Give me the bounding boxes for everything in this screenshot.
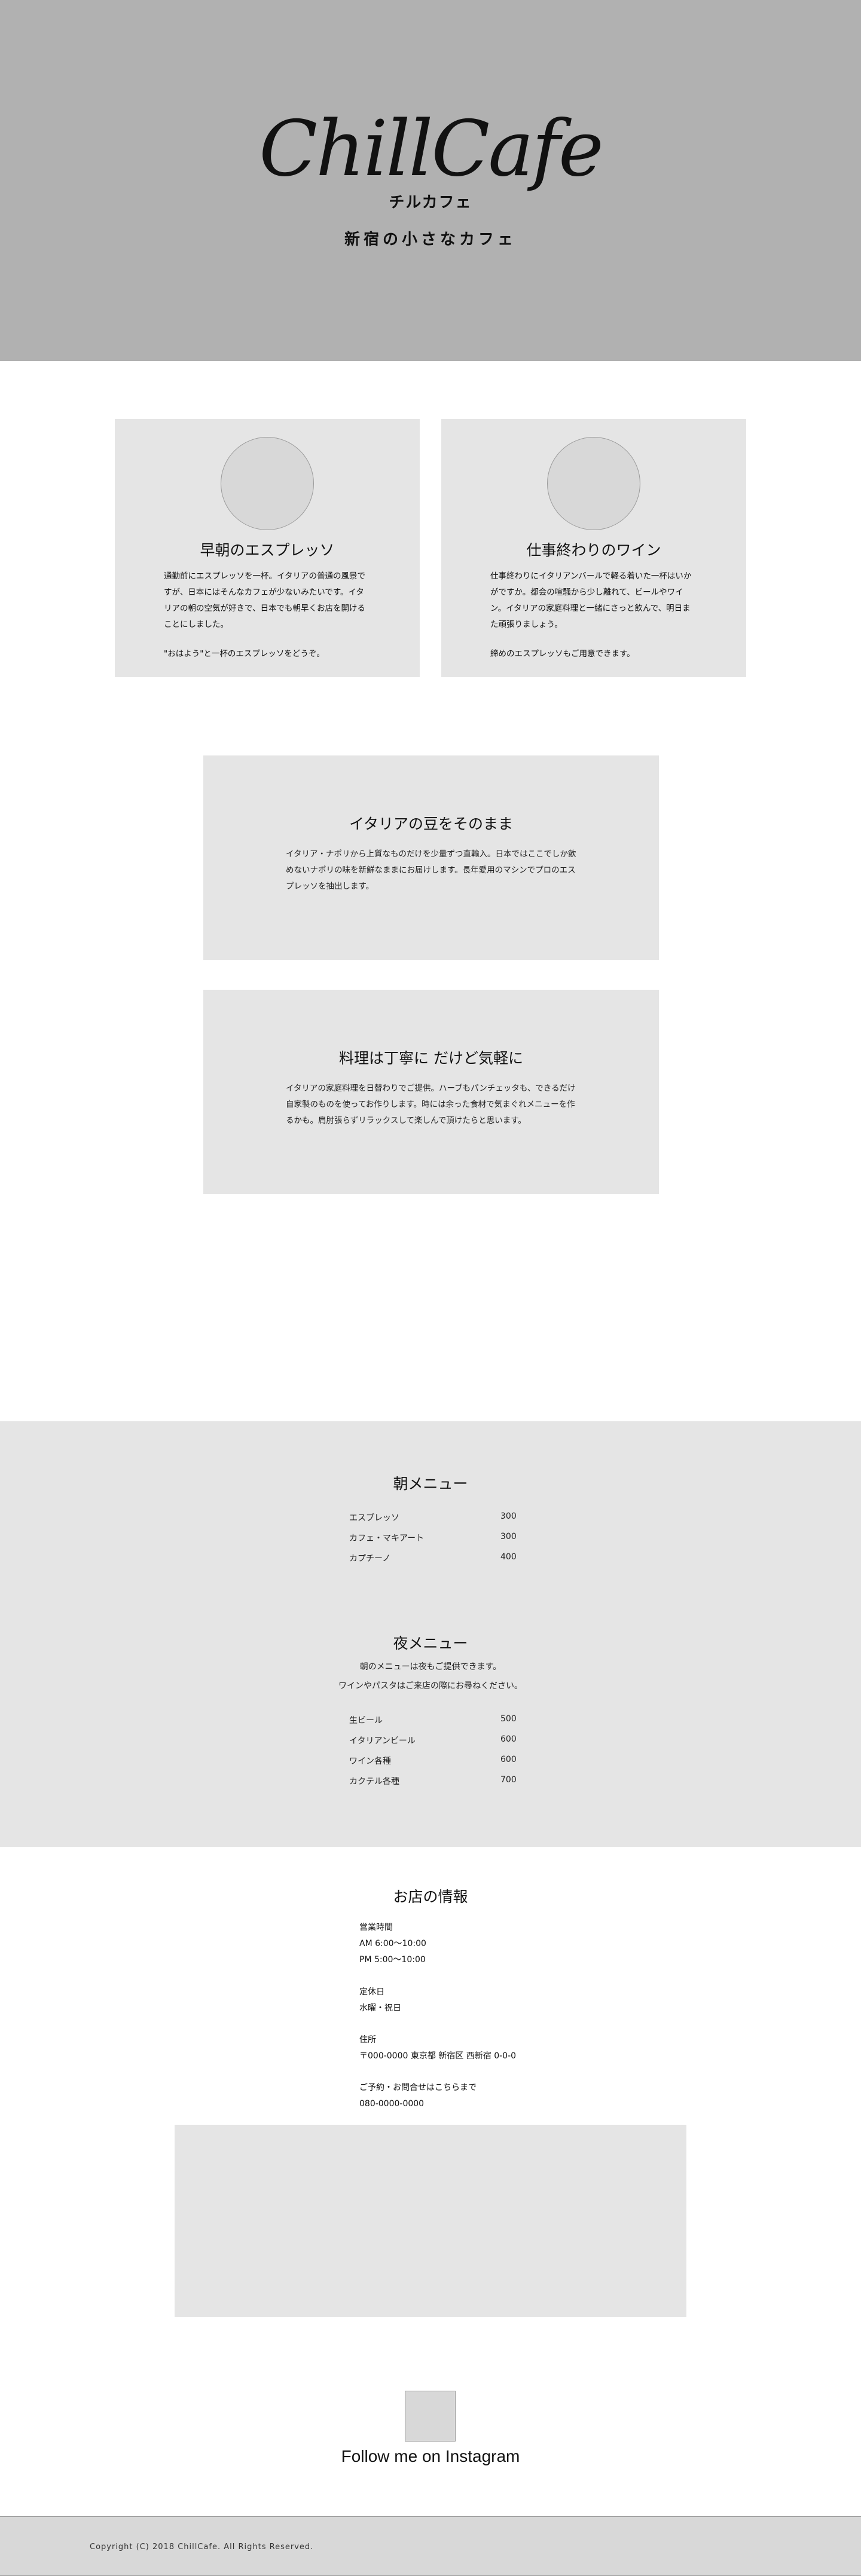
feature-title: 早朝のエスプレッソ [200,541,335,559]
hero-tagline: 新宿の小さなカフェ [344,231,517,249]
instagram-icon[interactable] [405,2391,456,2442]
feature-card-morning: 早朝のエスプレッソ 通勤前にエスプレッソを一杯。イタリアの普通の風景ですが、日本… [115,419,420,677]
menu-item-name: 生ビール [349,1716,383,1726]
feature-body: 通勤前にエスプレッソを一杯。イタリアの普通の風景ですが、日本にはそんなカフェが少… [164,571,365,629]
holiday-block: 定休日 水曜・祝日 [359,1984,401,2017]
morning-menu-title: 朝メニュー [393,1475,468,1492]
evening-menu-note: ワインやパスタはご来店の際にお尋ねください。 [338,1681,523,1691]
address-block: 住所 〒000-0000 東京都 新宿区 西新宿 0-0-0 [359,2032,516,2064]
contact-block: ご予約・お問合せはこちらまで 080-0000-0000 [359,2080,477,2112]
menu-row: 生ビール 500 [349,1714,529,1728]
map-placeholder[interactable] [175,2125,686,2317]
hours-block: 営業時間 AM 6:00〜10:00 PM 5:00〜10:00 [359,1920,426,1968]
shop-info-title: お店の情報 [393,1888,468,1905]
hero-subtitle: チルカフェ [389,194,472,212]
story-title: 料理は丁寧に だけど気軽に [339,1050,523,1067]
feature-image-placeholder [221,437,314,530]
contact-phone[interactable]: 080-0000-0000 [359,2096,477,2112]
features-section: 早朝のエスプレッソ 通勤前にエスプレッソを一杯。イタリアの普通の風景ですが、日本… [0,361,861,755]
hours-morning: AM 6:00〜10:00 [359,1939,426,1948]
menu-item-name: エスプレッソ [349,1513,399,1523]
site-logo[interactable]: ChillCafe [0,105,861,194]
menu-item-price: 300 [500,1532,517,1541]
story-section: イタリアの豆をそのまま イタリア・ナポリから上質なものだけを少量ずつ直輸入。日本… [0,755,861,1421]
menu-item-price: 400 [500,1552,517,1562]
copyright-text: Copyright (C) 2018 ChillCafe. All Rights… [90,2543,314,2551]
menu-item-name: カクテル各種 [349,1777,399,1786]
footer: Copyright (C) 2018 ChillCafe. All Rights… [0,2516,861,2576]
evening-menu-note: 朝のメニューは夜もご提供できます。 [359,1662,502,1672]
address-label: 住所 [359,2035,376,2045]
feature-card-evening: 仕事終わりのワイン 仕事終わりにイタリアンバールで軽る着いた一杯はいかがですか。… [441,419,746,677]
holiday-label: 定休日 [359,1987,384,1997]
menu-row: カクテル各種 700 [349,1775,529,1789]
menu-item-price: 500 [500,1714,517,1724]
menu-row: エスプレッソ 300 [349,1512,529,1526]
menu-item-name: カプチーノ [349,1554,391,1564]
instagram-link[interactable]: Follow me on Instagram [0,2447,861,2466]
menu-section: 朝メニュー エスプレッソ 300 カフェ・マキアート 300 カプチーノ 400… [0,1421,861,1847]
story-box-beans: イタリアの豆をそのまま イタリア・ナポリから上質なものだけを少量ずつ直輸入。日本… [203,755,659,960]
menu-item-price: 700 [500,1775,517,1785]
menu-item-price: 300 [500,1512,517,1521]
address-value: 〒000-0000 東京都 新宿区 西新宿 0-0-0 [359,2051,517,2061]
menu-item-price: 600 [500,1734,517,1744]
shop-info-section: お店の情報 営業時間 AM 6:00〜10:00 PM 5:00〜10:00 定… [0,1847,861,2374]
contact-label: ご予約・お問合せはこちらまで [359,2083,477,2092]
menu-row: ワイン各種 600 [349,1755,529,1769]
story-body: イタリア・ナポリから上質なものだけを少量ずつ直輸入。日本ではここでしか飲めないナ… [286,849,576,891]
menu-item-name: ワイン各種 [349,1757,391,1766]
feature-title: 仕事終わりのワイン [526,541,661,559]
feature-note: "おはよう"と一杯のエスプレッソをどうぞ。 [164,649,325,659]
feature-body: 仕事終わりにイタリアンバールで軽る着いた一杯はいかがですか。都会の喧騒から少し離… [490,571,692,629]
evening-menu-title: 夜メニュー [393,1635,468,1652]
menu-row: カプチーノ 400 [349,1552,529,1567]
story-box-food: 料理は丁寧に だけど気軽に イタリアの家庭料理を日替わりでご提供。ハーブもパンチ… [203,990,659,1194]
menu-item-name: カフェ・マキアート [349,1534,425,1543]
menu-row: カフェ・マキアート 300 [349,1532,529,1546]
menu-row: イタリアンビール 600 [349,1734,529,1749]
holiday-value: 水曜・祝日 [359,2003,401,2013]
instagram-section: Follow me on Instagram [0,2374,861,2516]
menu-item-price: 600 [500,1755,517,1764]
hours-evening: PM 5:00〜10:00 [359,1955,426,1965]
story-title: イタリアの豆をそのまま [349,815,513,833]
hours-label: 営業時間 [359,1923,393,1932]
story-body: イタリアの家庭料理を日替わりでご提供。ハーブもパンチェッタも、できるだけ自家製の… [286,1084,576,1125]
menu-item-name: イタリアンビール [349,1736,416,1746]
feature-note: 締めのエスプレッソもご用意できます。 [490,649,635,659]
feature-image-placeholder [547,437,640,530]
hero-section: ChillCafe チルカフェ 新宿の小さなカフェ [0,0,861,361]
